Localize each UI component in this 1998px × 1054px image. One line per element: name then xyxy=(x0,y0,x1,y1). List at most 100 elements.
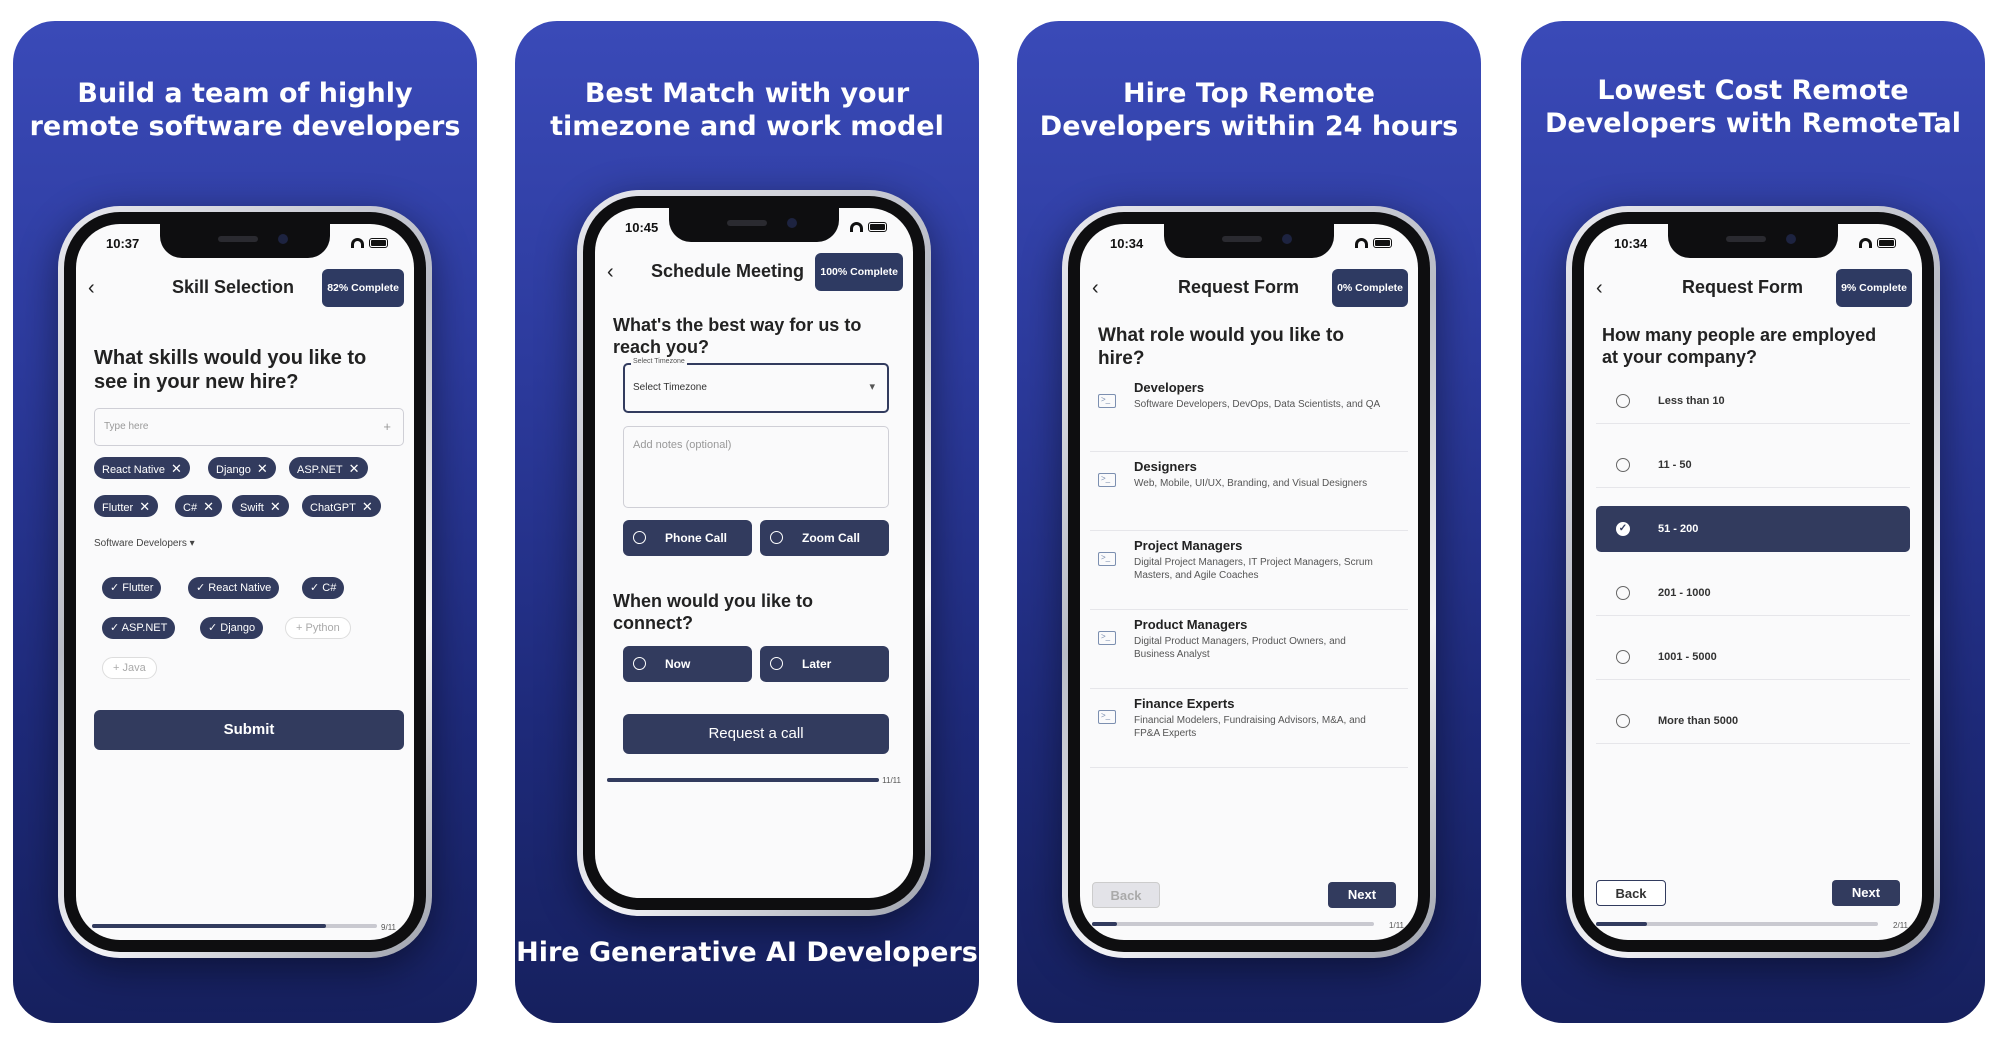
back-button[interactable]: Back xyxy=(1596,880,1666,906)
page-counter: 1/11 xyxy=(1389,921,1404,930)
back-chevron-icon[interactable]: ‹ xyxy=(88,277,95,300)
back-chevron-icon[interactable]: ‹ xyxy=(1596,277,1603,300)
role-option-developers[interactable]: >_ Developers Software Developers, DevOps,… xyxy=(1090,374,1408,452)
input-placeholder: Type here xyxy=(104,421,149,432)
role-option-finance-experts[interactable]: >_ Finance Experts Financial Modelers, Fun… xyxy=(1090,690,1408,768)
company-size-option-selected[interactable]: ✓ 51 - 200 xyxy=(1596,506,1910,552)
wifi-icon xyxy=(351,238,364,248)
question-title: How many people are employed at your com… xyxy=(1602,325,1877,367)
request-call-button[interactable]: Request a call xyxy=(623,714,889,754)
skill-chip[interactable]: Flutter ✕ xyxy=(94,495,159,517)
remove-icon: ✕ xyxy=(170,461,182,476)
card-title: Hire Top Remote Developers within 24 hou… xyxy=(1039,78,1459,142)
page-counter: 11/11 xyxy=(882,776,901,785)
status-time: 10:34 xyxy=(1614,236,1648,251)
caret-down-icon: ▾ xyxy=(869,381,875,393)
company-size-option[interactable]: 201 - 1000 xyxy=(1596,570,1910,616)
card-caption: Hire Generative AI Developers xyxy=(516,937,978,968)
radio-icon xyxy=(1616,650,1630,664)
timezone-floating-label: Select Timezone xyxy=(631,358,687,365)
suggested-chip[interactable]: ✓ C# xyxy=(302,577,345,599)
remove-icon: ✕ xyxy=(256,461,268,476)
progress-badge: 9% Complete xyxy=(1836,269,1912,307)
notes-placeholder: Add notes (optional) xyxy=(633,439,732,451)
add-icon[interactable]: + xyxy=(383,419,391,434)
progress-bar xyxy=(1092,922,1374,926)
submit-button[interactable]: Submit xyxy=(94,710,404,750)
skill-chip[interactable]: ASP.NET ✕ xyxy=(289,457,368,479)
check-icon: ✓ xyxy=(1616,522,1630,536)
suggested-chip[interactable]: ✓ React Native xyxy=(188,577,280,599)
skill-chip[interactable]: React Native ✕ xyxy=(94,457,190,479)
page-counter: 2/11 xyxy=(1893,921,1908,930)
header-title: Skill Selection xyxy=(172,277,295,297)
remove-icon: ✕ xyxy=(203,499,214,514)
status-time: 10:37 xyxy=(106,236,140,251)
company-size-option[interactable]: 11 - 50 xyxy=(1596,442,1910,488)
progress-badge: 100% Complete xyxy=(815,253,903,291)
back-chevron-icon[interactable]: ‹ xyxy=(1092,277,1099,300)
skill-chip[interactable]: Django ✕ xyxy=(208,457,276,479)
notes-textarea[interactable]: Add notes (optional) xyxy=(623,426,889,508)
timezone-select[interactable]: Select Timezone Select Timezone ▾ xyxy=(623,358,889,413)
phone-screen: 10:45 ‹ Schedule Meeting 100% Complete W… xyxy=(595,208,913,898)
phone-mockup: 10:45 ‹ Schedule Meeting 100% Complete W… xyxy=(577,190,931,916)
question-title: What skills would you like to see in you… xyxy=(94,347,367,393)
caret-down-icon: ▾ xyxy=(189,538,195,549)
back-chevron-icon[interactable]: ‹ xyxy=(607,261,614,284)
radio-icon xyxy=(770,657,783,670)
card-schedule-meeting: Best Match with your timezone and work m… xyxy=(515,21,979,1023)
progress-fill xyxy=(607,778,879,782)
progress-bar xyxy=(1596,922,1878,926)
next-button[interactable]: Next xyxy=(1328,882,1396,908)
role-option-product-managers[interactable]: >_ Product Managers Digital Product Manage… xyxy=(1090,611,1408,689)
suggested-chip[interactable]: + Python xyxy=(285,617,351,639)
terminal-icon: >_ xyxy=(1098,710,1116,724)
later-option[interactable]: Later xyxy=(760,646,889,682)
suggested-chip[interactable]: ✓ Django xyxy=(200,617,264,639)
radio-icon xyxy=(1616,458,1630,472)
card-title: Build a team of highly remote software d… xyxy=(29,78,461,142)
status-time: 10:34 xyxy=(1110,236,1144,251)
card-skill-selection: Build a team of highly remote software d… xyxy=(13,21,477,1023)
category-dropdown[interactable]: Software Developers ▾ xyxy=(94,538,195,549)
company-size-option[interactable]: More than 5000 xyxy=(1596,698,1910,744)
skill-chip[interactable]: C# ✕ xyxy=(175,495,222,517)
battery-icon xyxy=(1373,238,1392,248)
remove-icon: ✕ xyxy=(139,499,151,514)
back-button[interactable]: Back xyxy=(1092,882,1160,908)
phone-mockup: 10:34 ‹ Request Form 0% Complete What ro… xyxy=(1062,206,1436,958)
phone-screen: 10:37 ‹ Skill Selection 82% Complete Wha… xyxy=(76,224,414,940)
progress-bar xyxy=(92,924,377,928)
phone-call-option[interactable]: Phone Call xyxy=(623,520,752,556)
suggested-chip[interactable]: ✓ ASP.NET xyxy=(102,617,176,639)
wifi-icon xyxy=(1859,238,1872,248)
screenshot-gallery: Build a team of highly remote software d… xyxy=(0,0,1998,1054)
card-company-size: Lowest Cost Remote Developers with Remot… xyxy=(1521,21,1985,1023)
company-size-option[interactable]: Less than 10 xyxy=(1596,378,1910,424)
skill-search-input[interactable]: Type here + xyxy=(94,408,404,446)
battery-icon xyxy=(369,238,388,248)
next-button[interactable]: Next xyxy=(1832,880,1900,906)
card-title: Best Match with your timezone and work m… xyxy=(550,78,944,142)
now-option[interactable]: Now xyxy=(623,646,752,682)
skill-chip[interactable]: Swift ✕ xyxy=(232,495,289,517)
suggested-chip[interactable]: ✓ Flutter xyxy=(102,577,162,599)
battery-icon xyxy=(1877,238,1896,248)
radio-icon xyxy=(1616,714,1630,728)
skill-chip[interactable]: ChatGPT ✕ xyxy=(302,495,381,517)
zoom-call-option[interactable]: Zoom Call xyxy=(760,520,889,556)
progress-bar xyxy=(607,778,879,782)
wifi-icon xyxy=(1355,238,1368,248)
suggested-chip[interactable]: + Java xyxy=(102,657,157,679)
role-option-project-managers[interactable]: >_ Project Managers Digital Project Manage… xyxy=(1090,532,1408,610)
question-title: What's the best way for us to reach you? xyxy=(613,315,862,357)
company-size-option[interactable]: 1001 - 5000 xyxy=(1596,634,1910,680)
phone-screen: 10:34 ‹ Request Form 0% Complete What ro… xyxy=(1080,224,1418,940)
terminal-icon: >_ xyxy=(1098,473,1116,487)
progress-badge: 0% Complete xyxy=(1332,269,1408,307)
phone-screen: 10:34 ‹ Request Form 9% Complete How man… xyxy=(1584,224,1922,940)
phone-mockup: 10:34 ‹ Request Form 9% Complete How man… xyxy=(1566,206,1940,958)
role-option-designers[interactable]: >_ Designers Web, Mobile, UI/UX, Branding,… xyxy=(1090,453,1408,531)
progress-fill xyxy=(92,924,326,928)
